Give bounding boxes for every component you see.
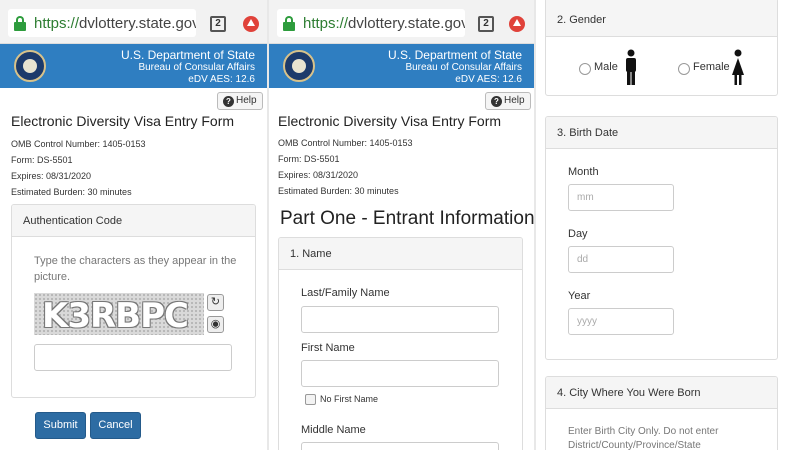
estimated-burden: Estimated Burden: 30 minutes xyxy=(11,187,132,197)
expiry-date: Expires: 08/31/2020 xyxy=(11,171,92,181)
help-button[interactable]: ? Help xyxy=(485,92,531,110)
captcha-hint-line1: Type the characters as they appear in th… xyxy=(34,255,237,267)
header-line1: U.S. Department of State xyxy=(120,48,255,62)
header-line3: eDV AES: 12.6 xyxy=(455,74,522,85)
opera-icon[interactable] xyxy=(509,16,525,32)
gender-card-title: 2. Gender xyxy=(546,0,777,37)
form-meta: OMB Control Number: 1405-0153 Form: DS-5… xyxy=(11,136,146,200)
screen-entrant-information: https://dvlottery.state.gov/app 2 U.S. D… xyxy=(269,0,534,450)
form-title: Electronic Diversity Visa Entry Form xyxy=(278,113,502,129)
address-bar[interactable]: https://dvlottery.state.gov/app xyxy=(8,9,196,37)
month-label: Month xyxy=(568,166,599,178)
site-header: U.S. Department of State Bureau of Consu… xyxy=(269,44,534,88)
no-first-name-checkbox[interactable] xyxy=(305,394,316,405)
state-seal-icon xyxy=(283,50,315,82)
header-text: U.S. Department of State Bureau of Consu… xyxy=(121,49,255,86)
cancel-button[interactable]: Cancel xyxy=(90,412,141,439)
captcha-hint-line2: picture. xyxy=(34,271,71,283)
help-label: Help xyxy=(236,95,257,106)
male-label: Male xyxy=(594,61,618,73)
tab-count-button[interactable]: 2 xyxy=(210,16,226,32)
city-hint-line1: Enter Birth City Only. Do not enter xyxy=(568,426,719,437)
year-input[interactable]: yyyy xyxy=(568,308,674,335)
captcha-text: K3RBPC xyxy=(42,296,189,335)
authentication-card-title: Authentication Code xyxy=(12,205,255,237)
question-icon: ? xyxy=(491,95,502,107)
browser-toolbar: https://dvlottery.state.gov/app 2 xyxy=(0,0,267,44)
header-text: U.S. Department of State Bureau of Consu… xyxy=(388,49,522,86)
screen-authentication: https://dvlottery.state.gov/app 2 U.S. D… xyxy=(0,0,267,450)
month-input[interactable]: mm xyxy=(568,184,674,211)
middle-name-input[interactable] xyxy=(301,442,499,450)
refresh-captcha-icon[interactable]: ↻ xyxy=(207,294,224,311)
city-card-title: 4. City Where You Were Born xyxy=(546,377,777,409)
first-name-input[interactable] xyxy=(301,360,499,387)
expiry-date: Expires: 08/31/2020 xyxy=(278,170,359,180)
header-line2: Bureau of Consular Affairs xyxy=(405,62,522,73)
question-icon: ? xyxy=(223,95,234,107)
opera-icon[interactable] xyxy=(243,16,259,32)
middle-name-label: Middle Name xyxy=(301,424,366,436)
form-number: Form: DS-5501 xyxy=(11,155,73,165)
captcha-instructions: Type the characters as they appear in th… xyxy=(34,253,236,285)
header-line2: Bureau of Consular Affairs xyxy=(138,62,255,73)
site-header: U.S. Department of State Bureau of Consu… xyxy=(0,44,267,88)
female-radio[interactable] xyxy=(678,63,690,75)
url-text: https://dvlottery.state.gov/app xyxy=(303,14,465,32)
birth-date-card-title: 3. Birth Date xyxy=(546,117,777,149)
first-name-label: First Name xyxy=(301,342,355,354)
url-text: https://dvlottery.state.gov/app xyxy=(34,14,196,32)
female-figure-icon xyxy=(732,49,744,85)
omb-number: OMB Control Number: 1405-0153 xyxy=(11,139,146,149)
lock-icon xyxy=(14,15,26,31)
no-first-name-label: No First Name xyxy=(320,394,379,404)
audio-captcha-icon[interactable]: ◉ xyxy=(207,316,224,333)
female-label: Female xyxy=(693,61,730,73)
city-instructions: Enter Birth City Only. Do not enter Dist… xyxy=(568,425,718,450)
captcha-image: K3RBPC xyxy=(34,293,204,335)
captcha-input[interactable] xyxy=(34,344,232,371)
part-one-title: Part One - Entrant Information xyxy=(280,208,534,229)
day-input[interactable]: dd xyxy=(568,246,674,273)
header-line3: eDV AES: 12.6 xyxy=(188,74,255,85)
browser-toolbar: https://dvlottery.state.gov/app 2 xyxy=(269,0,534,44)
day-label: Day xyxy=(568,228,588,240)
male-figure-icon xyxy=(626,49,636,85)
form-meta: OMB Control Number: 1405-0153 Form: DS-5… xyxy=(278,135,413,199)
name-section-title: 1. Name xyxy=(279,238,522,270)
estimated-burden: Estimated Burden: 30 minutes xyxy=(278,186,399,196)
header-line1: U.S. Department of State xyxy=(387,48,522,62)
year-label: Year xyxy=(568,290,591,302)
last-name-input[interactable] xyxy=(301,306,499,333)
male-radio[interactable] xyxy=(579,63,591,75)
help-button[interactable]: ? Help xyxy=(217,92,263,110)
omb-number: OMB Control Number: 1405-0153 xyxy=(278,138,413,148)
help-label: Help xyxy=(504,95,525,106)
state-seal-icon xyxy=(14,50,46,82)
last-name-label: Last/Family Name xyxy=(301,287,390,299)
form-title: Electronic Diversity Visa Entry Form xyxy=(11,113,235,129)
lock-icon xyxy=(283,15,295,31)
form-number: Form: DS-5501 xyxy=(278,154,340,164)
screen-gender-birth: 2. Gender Male Female 3. Birth Date Mont… xyxy=(536,0,800,450)
tab-count-button[interactable]: 2 xyxy=(478,16,494,32)
address-bar[interactable]: https://dvlottery.state.gov/app xyxy=(277,9,465,37)
submit-button[interactable]: Submit xyxy=(35,412,86,439)
city-hint-line2: District/County/Province/State xyxy=(568,440,701,450)
